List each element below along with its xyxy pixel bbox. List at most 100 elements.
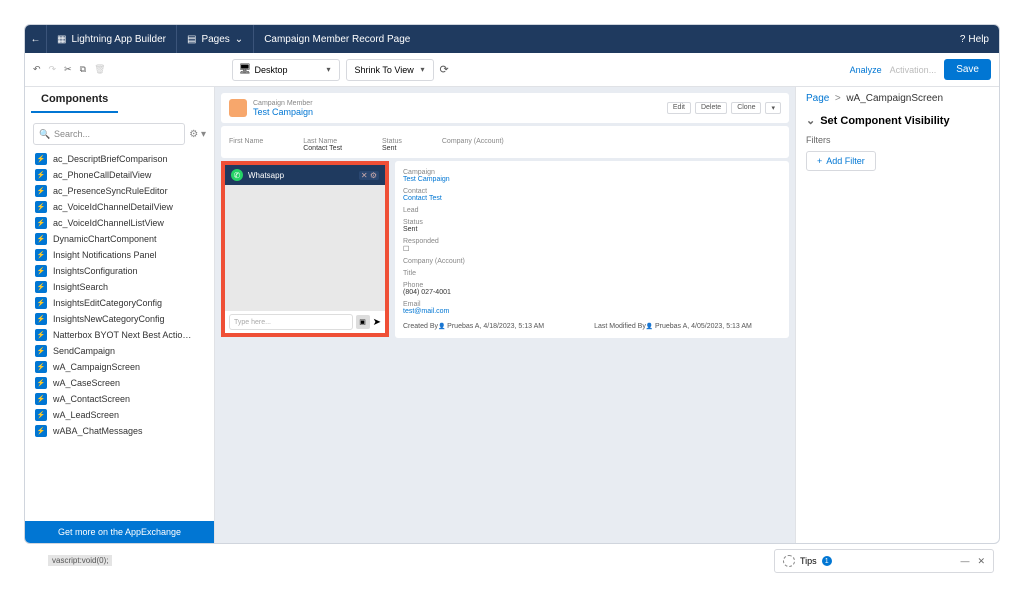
paste-icon[interactable]: 🗑 [94, 64, 105, 75]
lightning-icon: ⚡ [35, 217, 47, 229]
breadcrumb-root[interactable]: Page [806, 93, 829, 104]
component-label: ac_DescriptBriefComparison [53, 154, 168, 164]
whatsapp-chat-area [225, 185, 385, 311]
tips-label: Tips [800, 556, 817, 566]
clone-button[interactable]: Clone [731, 102, 761, 114]
lightning-icon: ⚡ [35, 345, 47, 357]
breadcrumb-current: wA_CampaignScreen [846, 93, 943, 104]
pages-dropdown[interactable]: ▤ Pages ⌄ [177, 25, 254, 53]
back-button[interactable]: ← [25, 25, 47, 53]
component-label: InsightsNewCategoryConfig [53, 314, 165, 324]
component-label: ac_VoiceIdChannelDetailView [53, 202, 173, 212]
redo-icon[interactable]: ↷ [49, 64, 57, 75]
chevron-down-icon: ⌄ [806, 114, 815, 127]
lightning-icon: ⚡ [35, 185, 47, 197]
chevron-down-icon: ⌄ [235, 34, 243, 45]
component-item[interactable]: ⚡ac_VoiceIdChannelListView [29, 215, 210, 231]
component-item[interactable]: ⚡Insight Notifications Panel [29, 247, 210, 263]
page-title: Campaign Member Record Page [254, 34, 950, 45]
save-button[interactable]: Save [944, 59, 991, 80]
whatsapp-icon: ✆ [231, 169, 243, 181]
view-selector[interactable]: Shrink To View ▾ [346, 59, 434, 81]
lightning-icon: ⚡ [35, 425, 47, 437]
record-header-card: Campaign Member Test Campaign Edit Delete… [221, 93, 789, 123]
component-config-icon[interactable]: ✕ ⚙ [359, 171, 379, 180]
edit-button[interactable]: Edit [667, 102, 691, 114]
component-item[interactable]: ⚡wA_CampaignScreen [29, 359, 210, 375]
breadcrumb: Page > wA_CampaignScreen [806, 93, 989, 104]
help-button[interactable]: ? Help [950, 34, 999, 45]
component-label: ac_PhoneCallDetailView [53, 170, 151, 180]
canvas: Campaign Member Test Campaign Edit Delete… [215, 87, 795, 543]
toolbar: ↶ ↷ ✂ ⧉ 🗑 Desktop ▾ Shrink To View ▾ ⟳ A… [25, 53, 999, 87]
record-detail-card: CampaignTest Campaign ContactContact Tes… [395, 161, 789, 338]
cut-icon[interactable]: ✂ [64, 64, 72, 75]
component-item[interactable]: ⚡wA_ContactScreen [29, 391, 210, 407]
search-placeholder: Search... [54, 129, 90, 139]
whatsapp-input[interactable]: Type here... [229, 314, 353, 330]
plus-icon: + [817, 156, 822, 166]
sidebar-header: Components [31, 87, 118, 113]
grid-icon: ▦ [57, 34, 66, 45]
whatsapp-title: Whatsapp [248, 171, 284, 180]
component-item[interactable]: ⚡ wA_LeadScreen [29, 407, 210, 423]
component-item[interactable]: ⚡InsightsEditCategoryConfig [29, 295, 210, 311]
component-item[interactable]: ⚡wA_CaseScreen [29, 375, 210, 391]
status-bar: vascript:void(0); [48, 555, 112, 566]
lightning-icon: ⚡ [35, 329, 47, 341]
component-label: Natterbox BYOT Next Best Actio… [53, 330, 191, 340]
attach-icon[interactable]: ▣ [356, 315, 370, 329]
device-selector[interactable]: Desktop ▾ [232, 59, 340, 81]
minimize-icon[interactable]: — [960, 556, 969, 567]
component-label: wABA_ChatMessages [53, 426, 143, 436]
checkbox-icon: ☐ [403, 246, 409, 253]
undo-icon[interactable]: ↶ [33, 64, 41, 75]
copy-icon[interactable]: ⧉ [80, 64, 86, 75]
lightning-icon: ⚡ [35, 361, 47, 373]
device-label: Desktop [255, 65, 288, 75]
visibility-section[interactable]: ⌄ Set Component Visibility [806, 114, 989, 127]
whatsapp-component[interactable]: ✆ Whatsapp ✕ ⚙ Type here... ▣ ➤ [221, 161, 389, 337]
add-filter-button[interactable]: + Add Filter [806, 151, 876, 171]
search-input[interactable]: Search... [33, 123, 185, 145]
close-icon[interactable]: ✕ [977, 556, 985, 567]
campaign-link[interactable]: Test Campaign [403, 176, 450, 183]
lightning-icon: ⚡ [35, 249, 47, 261]
lightning-icon: ⚡ [35, 313, 47, 325]
lightning-icon: ⚡ [35, 153, 47, 165]
component-item[interactable]: ⚡ac_PhoneCallDetailView [29, 167, 210, 183]
gear-icon[interactable]: ⚙ ▾ [189, 129, 206, 140]
component-item[interactable]: ⚡ ac_DescriptBriefComparison [29, 151, 210, 167]
more-actions-button[interactable]: ▾ [765, 102, 781, 114]
component-item[interactable]: ⚡ac_PresenceSyncRuleEditor [29, 183, 210, 199]
lightning-icon: ⚡ [35, 409, 47, 421]
component-item[interactable]: ⚡DynamicChartComponent [29, 231, 210, 247]
pages-label: Pages [201, 34, 229, 45]
filters-label: Filters [806, 135, 989, 145]
send-icon[interactable]: ➤ [373, 317, 381, 328]
email-link[interactable]: test@mail.com [403, 308, 449, 315]
component-label: InsightsConfiguration [53, 266, 138, 276]
delete-button[interactable]: Delete [695, 102, 727, 114]
record-title[interactable]: Test Campaign [253, 107, 313, 117]
main-area: Components Search... ⚙ ▾ ⚡ ac_DescriptBri… [25, 87, 999, 543]
refresh-icon[interactable]: ⟳ [440, 63, 449, 76]
appexchange-link[interactable]: Get more on the AppExchange [25, 521, 214, 543]
component-item[interactable]: ⚡ac_VoiceIdChannelDetailView [29, 199, 210, 215]
component-item[interactable]: ⚡ wABA_ChatMessages [29, 423, 210, 439]
record-object: Campaign Member [253, 100, 313, 107]
component-item[interactable]: ⚡InsightsConfiguration [29, 263, 210, 279]
component-item[interactable]: ⚡SendCampaign [29, 343, 210, 359]
lightning-icon: ⚡ [35, 281, 47, 293]
properties-panel: Page > wA_CampaignScreen ⌄ Set Component… [795, 87, 999, 543]
component-item[interactable]: ⚡InsightSearch [29, 279, 210, 295]
contact-link[interactable]: Contact Test [403, 195, 442, 202]
lightning-icon: ⚡ [35, 233, 47, 245]
tips-bar[interactable]: Tips 1 — ✕ [774, 549, 994, 573]
component-item[interactable]: ⚡ InsightsNewCategoryConfig [29, 311, 210, 327]
analyze-link[interactable]: Analyze [850, 65, 882, 75]
help-icon: ? [960, 34, 966, 45]
component-list: ⚡ac_DescriptBriefComparison⚡ac_PhoneCall… [25, 151, 214, 521]
component-item[interactable]: ⚡ Natterbox BYOT Next Best Actio… [29, 327, 210, 343]
component-label: wA_LeadScreen [53, 410, 119, 420]
